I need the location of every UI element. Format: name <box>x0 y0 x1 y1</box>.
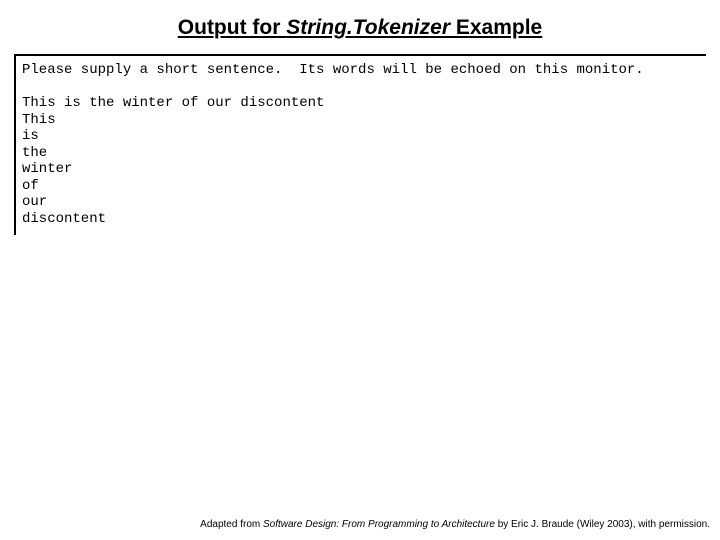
console-prompt: Please supply a short sentence. Its word… <box>22 62 644 78</box>
console-token: is <box>22 128 39 144</box>
title-italic: String.Tokenizer <box>286 16 450 39</box>
console-token: our <box>22 194 47 210</box>
title-prefix: Output for <box>178 16 286 39</box>
credit-book-title: Software Design: From Programming to Arc… <box>263 519 495 530</box>
page-title: Output for String.Tokenizer Example <box>0 0 720 54</box>
console-token: the <box>22 145 47 161</box>
console-token: discontent <box>22 211 106 227</box>
console-token: of <box>22 178 39 194</box>
credit-suffix: by Eric J. Braude (Wiley 2003), with per… <box>495 519 710 530</box>
attribution-footer: Adapted from Software Design: From Progr… <box>10 519 710 530</box>
console-token: winter <box>22 161 72 177</box>
console-output: Please supply a short sentence. Its word… <box>22 62 700 227</box>
console-input-line: This is the winter of our discontent <box>22 95 324 111</box>
credit-prefix: Adapted from <box>200 519 263 530</box>
title-suffix: Example <box>450 16 542 39</box>
console-token: This <box>22 112 56 128</box>
console-output-frame: Please supply a short sentence. Its word… <box>14 54 706 235</box>
